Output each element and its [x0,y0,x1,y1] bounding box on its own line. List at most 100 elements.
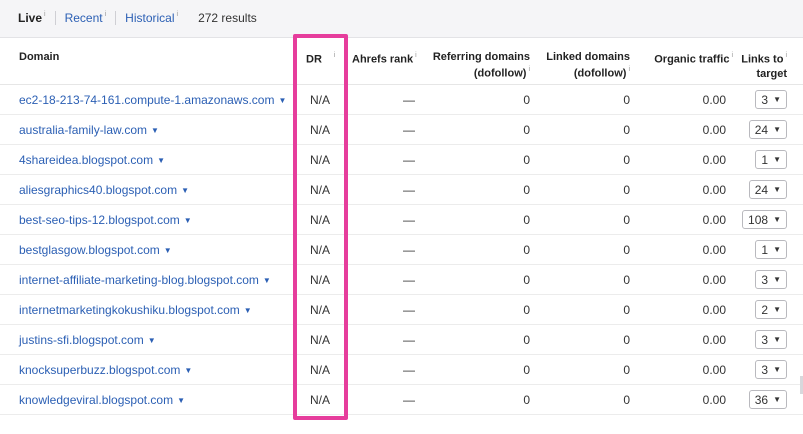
linked-domains-value: 0 [623,213,630,227]
caret-down-icon[interactable]: ▼ [157,156,165,165]
dr-value: N/A [310,393,331,407]
organic-traffic-value: 0.00 [702,153,726,167]
links-count: 1 [761,242,769,257]
caret-down-icon[interactable]: ▼ [164,246,172,255]
column-header-links-to-target[interactable]: Links to i target [741,50,787,81]
ahrefs-rank-value: — [403,393,415,407]
table-row: aliesgraphics40.blogspot.com ▼ N/A —0 0 0.00 2… [0,175,803,205]
dr-value: N/A [310,93,331,107]
dr-value: N/A [310,123,331,137]
ahrefs-rank-value: — [403,273,415,287]
links-to-target-select[interactable]: 3 ▼ [755,270,787,289]
ahrefs-rank-value: — [403,183,415,197]
caret-down-icon[interactable]: ▼ [151,126,159,135]
linked-domains-value: 0 [623,183,630,197]
domain-link[interactable]: internet-affiliate-marketing-blog.blogsp… [19,273,271,289]
dr-value: N/A [310,243,331,257]
table-header: Domain DR i Ahrefs rank i Referring domain… [0,38,803,85]
links-to-target-select[interactable]: 3 ▼ [755,330,787,349]
column-header-organic-traffic[interactable]: Organic traffic i [654,50,733,67]
caret-down-icon[interactable]: ▼ [263,276,271,285]
domain-link[interactable]: knocksuperbuzz.blogspot.com ▼ [19,363,192,379]
tab-recent[interactable]: Recent i [65,11,107,25]
links-to-target-select[interactable]: 1 ▼ [755,240,787,259]
dr-value: N/A [310,363,331,377]
table-row: best-seo-tips-12.blogspot.com ▼ N/A — 0 0 0.00… [0,205,803,235]
links-to-target-select[interactable]: 2 ▼ [755,300,787,319]
links-to-target-select[interactable]: 24 ▼ [748,120,787,139]
tab-historical[interactable]: Historical i [125,11,178,25]
organic-traffic-value: 0.00 [702,393,726,407]
domain-link[interactable]: internetmarketingkokushiku.blogspot.com ▼ [19,303,252,319]
links-to-target-select[interactable]: 108 ▼ [742,210,787,229]
ahrefs-rank-value: — [403,93,415,107]
ahrefs-rank-value: — [403,363,415,377]
domain-text: internet-affiliate-marketing-blog.blogsp… [19,273,259,287]
links-to-target-select[interactable]: 1 ▼ [755,150,787,169]
domain-link[interactable]: knowledgeviral.blogspot.com ▼ [19,393,185,409]
caret-down-icon: ▼ [773,395,781,404]
linked-domains-value: 0 [623,393,630,407]
ahrefs-rank-value: — [403,153,415,167]
column-header-referring-domains[interactable]: Referring domains (dofollow) i [433,50,530,81]
linked-domains-value: 0 [623,273,630,287]
info-icon: i [44,11,46,18]
caret-down-icon: ▼ [773,95,781,104]
links-to-target-select[interactable]: 24 ▼ [748,180,787,199]
referring-domains-value: 0 [523,333,530,347]
domain-text: ec2-18-213-74-161.compute-1.amazonaws.co… [19,93,275,107]
referring-domains-value: 0 [523,363,530,377]
ahrefs-rank-value: — [403,333,415,347]
column-header-domain[interactable]: Domain [19,50,59,64]
caret-down-icon: ▼ [773,245,781,254]
links-to-target-select[interactable]: 36 ▼ [748,390,787,409]
tab-divider [54,11,56,25]
domain-text: best-seo-tips-12.blogspot.com [19,213,180,227]
table-row: internet-affiliate-marketing-blog.blogsp… [0,265,803,295]
domain-text: bestglasgow.blogspot.com [19,243,160,257]
column-linked-label: Linked domains [546,51,630,63]
referring-domains-value: 0 [523,243,530,257]
organic-traffic-value: 0.00 [702,333,726,347]
domain-link[interactable]: australia-family-law.com ▼ [19,123,159,139]
domain-link[interactable]: aliesgraphics40.blogspot.com ▼ [19,183,189,199]
organic-traffic-value: 0.00 [702,213,726,227]
caret-down-icon: ▼ [773,305,781,314]
column-header-ahrefs-rank[interactable]: Ahrefs rank i [352,50,417,67]
caret-down-icon[interactable]: ▼ [184,216,192,225]
domain-text: internetmarketingkokushiku.blogspot.com [19,303,240,317]
domain-link[interactable]: 4shareidea.blogspot.com ▼ [19,153,165,169]
caret-down-icon[interactable]: ▼ [177,396,185,405]
tab-historical-label: Historical [125,11,175,25]
dr-value: N/A [310,273,331,287]
caret-down-icon[interactable]: ▼ [278,96,286,105]
caret-down-icon[interactable]: ▼ [184,366,192,375]
tab-live[interactable]: Live i [18,11,46,25]
results-toolbar: Live i Recent i Historical i 272 results [0,0,803,38]
column-header-dr[interactable]: DR i [306,50,335,67]
caret-down-icon[interactable]: ▼ [181,186,189,195]
caret-down-icon[interactable]: ▼ [244,306,252,315]
linked-domains-value: 0 [623,153,630,167]
linked-domains-value: 0 [623,243,630,257]
links-to-target-select[interactable]: 3 ▼ [755,360,787,379]
referring-domains-value: 0 [523,303,530,317]
column-header-linked-domains[interactable]: Linked domains (dofollow) i [546,50,630,81]
table-row: justins-sfi.blogspot.com ▼ N/A —0 0 0.00 3 ▼ [0,325,803,355]
info-icon: i [104,11,107,18]
linked-domains-value: 0 [623,303,630,317]
referring-domains-value: 0 [523,273,530,287]
domain-link[interactable]: ec2-18-213-74-161.compute-1.amazonaws.co… [19,93,286,109]
links-count: 3 [761,92,769,107]
table-row: australia-family-law.com ▼ N/A —0 0 0.00 24 ▼ [0,115,803,145]
column-domain-label: Domain [19,51,60,63]
links-to-target-select[interactable]: 3 ▼ [755,90,787,109]
caret-down-icon[interactable]: ▼ [148,336,156,345]
column-linked-sub-label: (dofollow) [573,67,627,80]
caret-down-icon: ▼ [773,125,781,134]
domain-link[interactable]: justins-sfi.blogspot.com ▼ [19,333,156,349]
organic-traffic-value: 0.00 [702,93,726,107]
domain-link[interactable]: best-seo-tips-12.blogspot.com ▼ [19,213,192,229]
domain-link[interactable]: bestglasgow.blogspot.com ▼ [19,243,172,259]
table-row: 4shareidea.blogspot.com ▼ N/A —0 0 0.00 1 ▼ [0,145,803,175]
